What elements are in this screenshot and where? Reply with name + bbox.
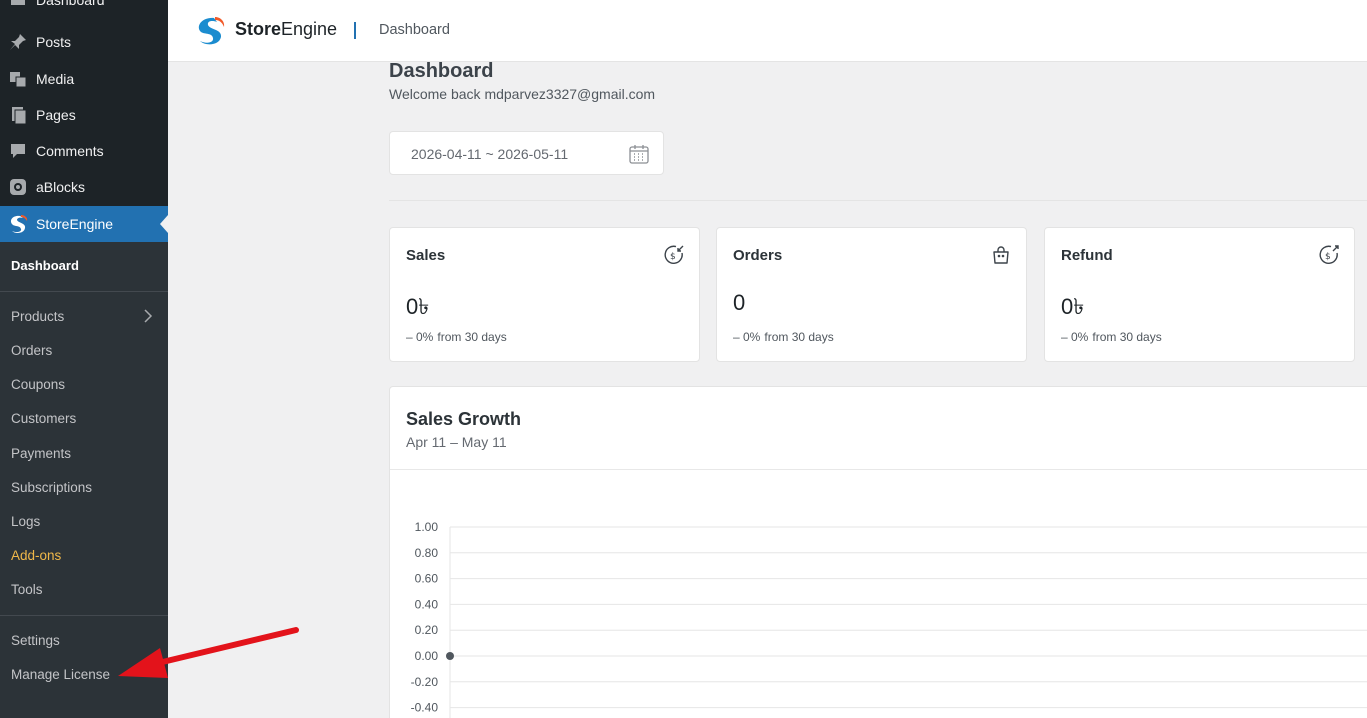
sales-growth-panel: Sales Growth Apr 11 – May 11 1.00 0.80 0.6…	[389, 386, 1367, 718]
dashboard-icon	[0, 0, 36, 9]
submenu-customers[interactable]: Customers	[11, 409, 76, 429]
bag-icon	[990, 244, 1012, 271]
sidebar-item-comments[interactable]: Comments	[0, 133, 168, 169]
submenu-logs[interactable]: Logs	[11, 512, 40, 532]
y-tick-label: 0.00	[415, 649, 439, 663]
sidebar-item-label: aBlocks	[36, 179, 86, 195]
media-icon	[0, 70, 36, 88]
sidebar-item-pages[interactable]: Pages	[0, 97, 168, 133]
card-delta: – 0% from 30 days	[406, 330, 507, 344]
y-tick-label: 0.60	[415, 572, 439, 586]
refund-icon: $	[1318, 244, 1340, 271]
sidebar-item-dashboard[interactable]: Dashboard	[0, 0, 168, 18]
date-range-value: 2026-04-11 ~ 2026-05-11	[411, 146, 569, 162]
page-title: Dashboard	[389, 60, 494, 82]
sidebar-item-label: Posts	[36, 34, 72, 50]
sidebar-item-storeengine[interactable]: StoreEngine	[0, 206, 168, 242]
y-tick-label: 0.40	[415, 597, 439, 611]
y-tick-label: 0.80	[415, 546, 439, 560]
storeengine-logo-icon	[194, 16, 226, 46]
y-tick-label: -0.20	[411, 675, 439, 689]
submenu-divider	[0, 291, 168, 292]
sidebar-item-label: Comments	[36, 143, 104, 159]
chevron-right-icon	[143, 309, 153, 328]
card-delta: – 0% from 30 days	[733, 330, 834, 344]
stat-card-sales: Sales $ 0৳ – 0% from 30 days	[389, 227, 700, 362]
storeengine-icon	[0, 214, 36, 234]
sidebar-item-posts[interactable]: Posts	[0, 24, 168, 60]
stat-card-orders: Orders 0 – 0% from 30 days	[716, 227, 1027, 362]
welcome-text: Welcome back mdparvez3327@gmail.com	[389, 86, 656, 102]
annotation-arrow	[118, 627, 299, 678]
y-tick-label: -0.40	[411, 701, 439, 715]
breadcrumb[interactable]: Dashboard	[379, 22, 450, 38]
svg-text:$: $	[1325, 252, 1331, 262]
sidebar-item-ablocks[interactable]: aBlocks	[0, 169, 168, 205]
date-range-picker[interactable]: 2026-04-11 ~ 2026-05-11	[389, 131, 664, 175]
y-tick-label: 1.00	[415, 520, 439, 534]
card-value: 0	[733, 290, 746, 315]
sidebar-item-label: Media	[36, 71, 75, 87]
card-title: Refund	[1061, 247, 1113, 264]
brand-name: StoreEngine	[235, 19, 338, 39]
panel-title: Sales Growth	[406, 409, 522, 429]
card-value: 0৳	[1061, 294, 1085, 319]
top-header: StoreEngine Dashboard	[168, 0, 1367, 62]
sidebar-item-label: Dashboard	[36, 0, 105, 8]
submenu-subscriptions[interactable]: Subscriptions	[11, 478, 92, 498]
pin-icon	[0, 33, 36, 51]
calendar-icon	[628, 143, 650, 170]
submenu-products[interactable]: Products	[11, 307, 64, 327]
submenu-settings[interactable]: Settings	[11, 631, 60, 651]
data-point[interactable]	[446, 652, 454, 660]
section-divider	[389, 200, 1367, 201]
submenu-tools[interactable]: Tools	[11, 580, 43, 600]
card-delta: – 0% from 30 days	[1061, 330, 1162, 344]
sales-growth-chart: 1.00 0.80 0.60 0.40 0.20 0.00 -0.20 -0.40	[411, 520, 1367, 718]
submenu-divider	[0, 615, 168, 616]
submenu-payments[interactable]: Payments	[11, 444, 71, 464]
card-title: Orders	[733, 247, 783, 264]
submenu-manage-license[interactable]: Manage License	[11, 665, 110, 685]
card-value: 0৳	[406, 294, 430, 319]
y-tick-label: 0.20	[415, 623, 439, 637]
ablocks-icon	[0, 178, 36, 196]
sidebar-item-media[interactable]: Media	[0, 61, 168, 97]
sales-icon: $	[663, 244, 685, 271]
card-title: Sales	[406, 247, 446, 264]
sidebar-item-label: StoreEngine	[36, 216, 114, 232]
header-divider	[354, 22, 356, 39]
panel-divider	[390, 469, 1367, 470]
admin-sidebar: Dashboard Posts Media Pages Comments aBl…	[0, 0, 168, 718]
comments-icon	[0, 142, 36, 160]
svg-text:$: $	[670, 252, 676, 262]
sidebar-item-label: Pages	[36, 107, 76, 123]
panel-subtitle: Apr 11 – May 11	[406, 434, 507, 450]
submenu-orders[interactable]: Orders	[11, 341, 52, 361]
stat-card-refund: Refund $ 0৳ – 0% from 30 days	[1044, 227, 1355, 362]
submenu-dashboard[interactable]: Dashboard	[11, 256, 79, 276]
pages-icon	[0, 106, 36, 124]
submenu-addons[interactable]: Add-ons	[11, 546, 61, 566]
submenu-coupons[interactable]: Coupons	[11, 375, 65, 395]
